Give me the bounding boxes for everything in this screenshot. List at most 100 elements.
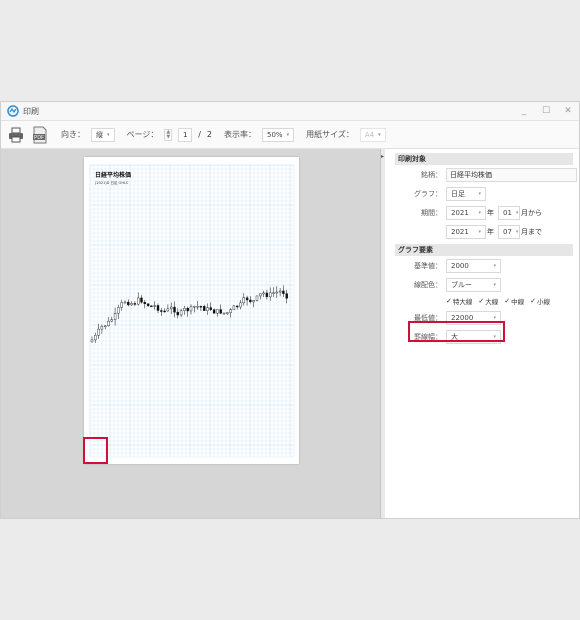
candle-body	[222, 312, 226, 315]
paper-size-value: A4	[364, 130, 375, 139]
chevron-right-icon[interactable]: ▸	[381, 153, 384, 160]
candle-body	[127, 301, 130, 306]
checkmark-icon: ✓	[478, 297, 485, 305]
candle-body	[153, 305, 156, 307]
graph-value: 日足	[451, 189, 465, 198]
candle-body	[113, 313, 117, 320]
candle-body	[97, 328, 100, 336]
paper-size-label: 用紙サイズ：	[306, 130, 354, 139]
zoom-label: 表示率：	[224, 130, 257, 139]
symbol-field[interactable]: 日経平均株価	[446, 167, 577, 182]
chevron-down-icon: ▾	[107, 131, 110, 138]
check-medium[interactable]: ✓ 中線	[504, 296, 524, 306]
to-month-value: 07	[503, 227, 512, 236]
candle-body	[229, 309, 232, 313]
check-extra-large[interactable]: ✓ 特大線	[446, 296, 472, 306]
candle-body	[206, 307, 209, 311]
zoom-value: 50%	[267, 130, 283, 139]
chevron-down-icon: ▾	[478, 228, 481, 235]
candle-body	[226, 312, 229, 314]
candle-body	[249, 299, 252, 303]
candle-body	[212, 309, 216, 314]
symbol-label: 銘柄：	[421, 170, 442, 179]
close-button[interactable]: ✕	[563, 106, 573, 116]
candle-body	[169, 306, 173, 310]
page-stepper[interactable]: ▲ ▼	[164, 128, 173, 141]
candle-body	[285, 293, 288, 299]
from-year-value: 2021	[451, 208, 469, 217]
orientation-select[interactable]: 縦 ▾	[91, 127, 115, 142]
checkmark-icon: ✓	[446, 297, 452, 305]
chevron-down-icon[interactable]: ▼	[166, 134, 170, 140]
base-value: 2000	[451, 261, 469, 270]
candle-body	[255, 295, 259, 301]
period-label: 期間：	[421, 208, 442, 217]
graph-elements-header: グラフ要素	[395, 244, 573, 256]
candle-body	[199, 306, 203, 308]
chevron-down-icon: ▾	[493, 262, 496, 269]
from-month-value: 01	[503, 208, 512, 217]
base-label: 基準値：	[414, 261, 442, 270]
color-value: ブルー	[451, 280, 472, 289]
chevron-down-icon: ▾	[478, 209, 481, 216]
from-year-select[interactable]: 2021 ▾	[446, 205, 486, 220]
check-label: 大線	[485, 298, 499, 306]
candle-body	[186, 307, 189, 312]
maximize-button[interactable]: ☐	[541, 106, 551, 116]
to-year-select[interactable]: 2021 ▾	[446, 224, 486, 239]
app-logo-icon	[7, 105, 19, 117]
candle-body	[242, 297, 246, 304]
candle-body	[123, 301, 127, 304]
paper-size-select[interactable]: A4 ▾	[359, 127, 386, 142]
candle-body	[160, 310, 163, 312]
to-month-select[interactable]: 07 ▾	[498, 224, 520, 239]
candle-body	[100, 326, 104, 330]
color-select[interactable]: ブルー ▾	[446, 277, 501, 292]
printer-icon[interactable]	[7, 126, 25, 144]
candle-body	[120, 302, 123, 308]
candle-body	[117, 307, 120, 314]
candle-body	[183, 307, 186, 311]
preview-chart: 日経平均株価 (2021)D 日足 OHLC	[89, 164, 295, 458]
print-preview-area[interactable]: 日経平均株価 (2021)D 日足 OHLC	[1, 149, 381, 518]
chevron-down-icon: ▾	[515, 228, 519, 235]
candle-body	[110, 319, 113, 322]
title-bar: 印刷 _ ☐ ✕	[1, 102, 579, 121]
candle-body	[130, 303, 133, 306]
candle-body	[107, 320, 110, 327]
candle-body	[282, 290, 285, 294]
candle-body	[146, 303, 150, 307]
chevron-down-icon: ▾	[493, 281, 496, 288]
svg-text:PDF: PDF	[34, 135, 44, 141]
candle-body	[235, 305, 239, 308]
base-select[interactable]: 2000 ▾	[446, 258, 501, 273]
from-month-select[interactable]: 01 ▾	[498, 205, 520, 220]
candle-body	[140, 297, 143, 303]
candle-body	[163, 310, 166, 313]
check-label: 中線	[511, 298, 525, 306]
orientation-value: 縦	[96, 130, 103, 139]
highlight-box-min-value	[408, 321, 505, 342]
candle-body	[278, 290, 282, 293]
pdf-icon[interactable]: PDF	[31, 126, 49, 144]
check-large[interactable]: ✓ 大線	[478, 296, 498, 306]
page-input[interactable]: 1	[178, 127, 193, 142]
graph-select[interactable]: 日足 ▾	[446, 186, 486, 201]
from-suffix: 月から	[521, 208, 542, 217]
minimize-button[interactable]: _	[519, 106, 529, 116]
candle-body	[176, 311, 180, 316]
zoom-select[interactable]: 50% ▾	[262, 127, 295, 142]
check-small[interactable]: ✓ 小線	[530, 296, 550, 306]
candle-body	[143, 302, 146, 305]
candle-body	[265, 292, 269, 298]
color-label: 線配色：	[414, 280, 442, 289]
candle-body	[219, 309, 222, 314]
check-label: 特大線	[452, 298, 473, 306]
year-suffix: 年	[487, 227, 494, 236]
candle-body	[275, 291, 279, 294]
chevron-down-icon: ▾	[515, 209, 519, 216]
toolbar: PDF 向き： 縦 ▾ ページ： ▲ ▼ 1 / 2 表示率： 50% ▾ 用紙サイズ…	[1, 121, 579, 149]
candle-body	[272, 292, 275, 294]
candle-body	[262, 292, 265, 295]
print-dialog-window: 印刷 _ ☐ ✕ PDF 向き： 縦 ▾ ページ： ▲ ▼ 1 / 2 表示率： 5…	[0, 101, 580, 519]
